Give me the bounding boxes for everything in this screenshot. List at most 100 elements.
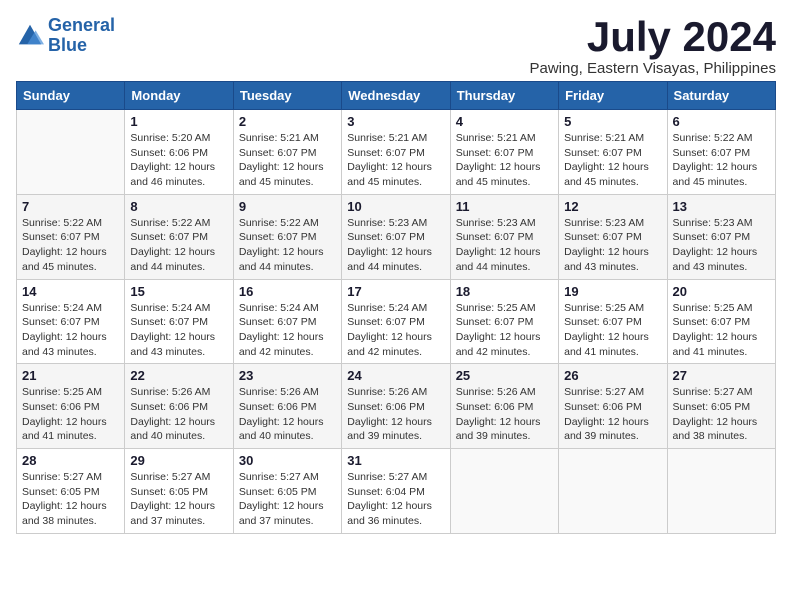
weekday-header: Saturday (667, 82, 775, 110)
calendar-week-row: 21 Sunrise: 5:25 AM Sunset: 6:06 PM Dayli… (17, 364, 776, 449)
calendar-table: SundayMondayTuesdayWednesdayThursdayFrid… (16, 81, 776, 534)
day-info: Sunrise: 5:24 AM Sunset: 6:07 PM Dayligh… (239, 301, 336, 360)
day-info: Sunrise: 5:27 AM Sunset: 6:06 PM Dayligh… (564, 385, 661, 444)
day-info: Sunrise: 5:25 AM Sunset: 6:07 PM Dayligh… (456, 301, 553, 360)
calendar-cell: 25 Sunrise: 5:26 AM Sunset: 6:06 PM Dayli… (450, 364, 558, 449)
calendar-cell: 22 Sunrise: 5:26 AM Sunset: 6:06 PM Dayli… (125, 364, 233, 449)
calendar-cell (450, 449, 558, 534)
day-number: 29 (130, 453, 227, 468)
logo-icon (16, 22, 44, 50)
day-number: 22 (130, 368, 227, 383)
day-info: Sunrise: 5:26 AM Sunset: 6:06 PM Dayligh… (347, 385, 444, 444)
calendar-cell: 13 Sunrise: 5:23 AM Sunset: 6:07 PM Dayli… (667, 194, 775, 279)
day-number: 25 (456, 368, 553, 383)
calendar-cell: 5Sunrise: 5:21 AM Sunset: 6:07 PM Daylig… (559, 110, 667, 195)
calendar-cell: 9 Sunrise: 5:22 AM Sunset: 6:07 PM Daylig… (233, 194, 341, 279)
calendar-cell (17, 110, 125, 195)
day-number: 24 (347, 368, 444, 383)
day-number: 2 (239, 114, 336, 129)
weekday-header: Wednesday (342, 82, 450, 110)
calendar-cell: 10 Sunrise: 5:23 AM Sunset: 6:07 PM Dayli… (342, 194, 450, 279)
day-number: 8 (130, 199, 227, 214)
day-info: Sunrise: 5:23 AM Sunset: 6:07 PM Dayligh… (347, 216, 444, 275)
day-number: 6 (673, 114, 770, 129)
page-header: General Blue July 2024 Pawing, Eastern V… (16, 16, 776, 77)
location-subtitle: Pawing, Eastern Visayas, Philippines (529, 60, 776, 77)
day-info: Sunrise: 5:26 AM Sunset: 6:06 PM Dayligh… (456, 385, 553, 444)
calendar-cell: 19Sunrise: 5:25 AM Sunset: 6:07 PM Dayli… (559, 279, 667, 364)
day-info: Sunrise: 5:25 AM Sunset: 6:06 PM Dayligh… (22, 385, 119, 444)
day-info: Sunrise: 5:27 AM Sunset: 6:05 PM Dayligh… (239, 470, 336, 529)
calendar-cell: 23Sunrise: 5:26 AM Sunset: 6:06 PM Dayli… (233, 364, 341, 449)
day-info: Sunrise: 5:23 AM Sunset: 6:07 PM Dayligh… (673, 216, 770, 275)
day-info: Sunrise: 5:27 AM Sunset: 6:05 PM Dayligh… (22, 470, 119, 529)
day-number: 28 (22, 453, 119, 468)
calendar-cell: 16 Sunrise: 5:24 AM Sunset: 6:07 PM Dayli… (233, 279, 341, 364)
calendar-week-row: 7 Sunrise: 5:22 AM Sunset: 6:07 PM Daylig… (17, 194, 776, 279)
day-info: Sunrise: 5:24 AM Sunset: 6:07 PM Dayligh… (130, 301, 227, 360)
day-number: 9 (239, 199, 336, 214)
calendar-cell: 8 Sunrise: 5:22 AM Sunset: 6:07 PM Daylig… (125, 194, 233, 279)
day-number: 13 (673, 199, 770, 214)
day-info: Sunrise: 5:24 AM Sunset: 6:07 PM Dayligh… (347, 301, 444, 360)
day-number: 1 (130, 114, 227, 129)
calendar-cell: 4Sunrise: 5:21 AM Sunset: 6:07 PM Daylig… (450, 110, 558, 195)
logo-line2: Blue (48, 35, 87, 55)
logo: General Blue (16, 16, 115, 56)
title-block: July 2024 Pawing, Eastern Visayas, Phili… (529, 16, 776, 77)
day-info: Sunrise: 5:26 AM Sunset: 6:06 PM Dayligh… (130, 385, 227, 444)
calendar-cell: 18Sunrise: 5:25 AM Sunset: 6:07 PM Dayli… (450, 279, 558, 364)
day-info: Sunrise: 5:23 AM Sunset: 6:07 PM Dayligh… (564, 216, 661, 275)
day-info: Sunrise: 5:22 AM Sunset: 6:07 PM Dayligh… (239, 216, 336, 275)
day-info: Sunrise: 5:24 AM Sunset: 6:07 PM Dayligh… (22, 301, 119, 360)
day-number: 10 (347, 199, 444, 214)
calendar-cell: 31Sunrise: 5:27 AM Sunset: 6:04 PM Dayli… (342, 449, 450, 534)
day-info: Sunrise: 5:22 AM Sunset: 6:07 PM Dayligh… (130, 216, 227, 275)
day-number: 3 (347, 114, 444, 129)
logo-line1: General (48, 15, 115, 35)
day-info: Sunrise: 5:25 AM Sunset: 6:07 PM Dayligh… (673, 301, 770, 360)
day-number: 26 (564, 368, 661, 383)
calendar-cell: 20Sunrise: 5:25 AM Sunset: 6:07 PM Dayli… (667, 279, 775, 364)
calendar-cell: 1 Sunrise: 5:20 AM Sunset: 6:06 PM Daylig… (125, 110, 233, 195)
calendar-week-row: 14Sunrise: 5:24 AM Sunset: 6:07 PM Dayli… (17, 279, 776, 364)
calendar-cell: 7 Sunrise: 5:22 AM Sunset: 6:07 PM Daylig… (17, 194, 125, 279)
calendar-cell: 17Sunrise: 5:24 AM Sunset: 6:07 PM Dayli… (342, 279, 450, 364)
weekday-header: Sunday (17, 82, 125, 110)
day-info: Sunrise: 5:21 AM Sunset: 6:07 PM Dayligh… (239, 131, 336, 190)
day-info: Sunrise: 5:20 AM Sunset: 6:06 PM Dayligh… (130, 131, 227, 190)
calendar-cell: 30 Sunrise: 5:27 AM Sunset: 6:05 PM Dayli… (233, 449, 341, 534)
day-number: 23 (239, 368, 336, 383)
day-number: 4 (456, 114, 553, 129)
day-number: 31 (347, 453, 444, 468)
day-number: 11 (456, 199, 553, 214)
calendar-cell: 21 Sunrise: 5:25 AM Sunset: 6:06 PM Dayli… (17, 364, 125, 449)
day-info: Sunrise: 5:22 AM Sunset: 6:07 PM Dayligh… (673, 131, 770, 190)
day-info: Sunrise: 5:21 AM Sunset: 6:07 PM Dayligh… (347, 131, 444, 190)
day-number: 16 (239, 284, 336, 299)
calendar-cell: 29 Sunrise: 5:27 AM Sunset: 6:05 PM Dayli… (125, 449, 233, 534)
calendar-week-row: 1 Sunrise: 5:20 AM Sunset: 6:06 PM Daylig… (17, 110, 776, 195)
month-title: July 2024 (529, 16, 776, 58)
calendar-cell: 14Sunrise: 5:24 AM Sunset: 6:07 PM Dayli… (17, 279, 125, 364)
calendar-cell: 6 Sunrise: 5:22 AM Sunset: 6:07 PM Daylig… (667, 110, 775, 195)
weekday-header: Monday (125, 82, 233, 110)
day-number: 15 (130, 284, 227, 299)
day-number: 30 (239, 453, 336, 468)
calendar-cell: 2 Sunrise: 5:21 AM Sunset: 6:07 PM Daylig… (233, 110, 341, 195)
day-number: 19 (564, 284, 661, 299)
day-info: Sunrise: 5:27 AM Sunset: 6:05 PM Dayligh… (673, 385, 770, 444)
day-info: Sunrise: 5:27 AM Sunset: 6:05 PM Dayligh… (130, 470, 227, 529)
calendar-cell: 15 Sunrise: 5:24 AM Sunset: 6:07 PM Dayli… (125, 279, 233, 364)
calendar-week-row: 28 Sunrise: 5:27 AM Sunset: 6:05 PM Dayli… (17, 449, 776, 534)
calendar-cell: 28 Sunrise: 5:27 AM Sunset: 6:05 PM Dayli… (17, 449, 125, 534)
calendar-cell: 27 Sunrise: 5:27 AM Sunset: 6:05 PM Dayli… (667, 364, 775, 449)
day-info: Sunrise: 5:22 AM Sunset: 6:07 PM Dayligh… (22, 216, 119, 275)
weekday-header: Thursday (450, 82, 558, 110)
day-number: 7 (22, 199, 119, 214)
day-info: Sunrise: 5:23 AM Sunset: 6:07 PM Dayligh… (456, 216, 553, 275)
day-number: 12 (564, 199, 661, 214)
day-number: 21 (22, 368, 119, 383)
day-number: 27 (673, 368, 770, 383)
weekday-header: Tuesday (233, 82, 341, 110)
